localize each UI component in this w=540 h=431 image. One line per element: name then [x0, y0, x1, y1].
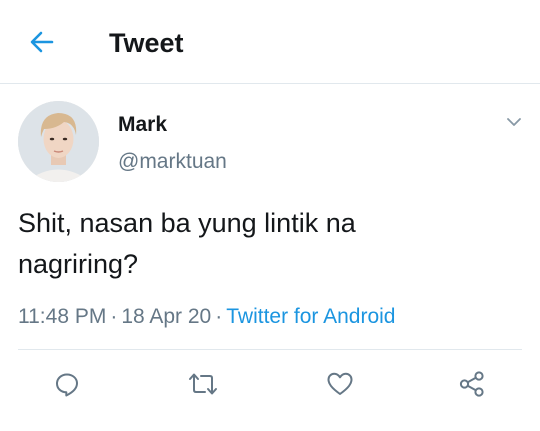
retweet-button[interactable] — [183, 366, 223, 406]
reply-icon — [54, 371, 80, 402]
chevron-down-icon — [505, 113, 523, 136]
share-button[interactable] — [452, 366, 492, 406]
reply-button[interactable] — [47, 366, 87, 406]
tweet-detail-screen: Tweet Mark @marktuan Shit, nasan ba yung… — [0, 0, 540, 431]
like-button[interactable] — [320, 366, 360, 406]
tweet-text-line-2: nagriring? — [18, 249, 139, 279]
author-name[interactable]: Mark — [118, 112, 167, 138]
tweet-date: 18 Apr 20 — [121, 305, 212, 328]
page-title: Tweet — [109, 28, 184, 58]
retweet-icon — [188, 371, 218, 402]
author-handle[interactable]: @marktuan — [118, 149, 227, 175]
tweet-time: 11:48 PM — [18, 305, 107, 328]
meta-separator: · — [215, 305, 223, 328]
tweet-meta: 11:48 PM · 18 Apr 20 · Twitter for Android — [18, 303, 395, 331]
header-bar: Tweet — [0, 0, 540, 84]
tweet-text-line-1: Shit, nasan ba yung lintik na — [18, 208, 356, 238]
divider — [18, 349, 522, 350]
back-button[interactable] — [22, 24, 62, 64]
tweet-menu-button[interactable] — [500, 110, 528, 138]
tweet-text: Shit, nasan ba yung lintik na nagriring? — [18, 203, 518, 285]
heart-icon — [326, 371, 354, 402]
share-icon — [458, 370, 486, 403]
avatar[interactable] — [18, 101, 99, 182]
tweet-source-link[interactable]: Twitter for Android — [226, 305, 395, 328]
avatar-image — [18, 101, 99, 182]
arrow-left-icon — [28, 28, 56, 61]
action-bar — [0, 366, 540, 406]
meta-separator: · — [110, 305, 118, 328]
